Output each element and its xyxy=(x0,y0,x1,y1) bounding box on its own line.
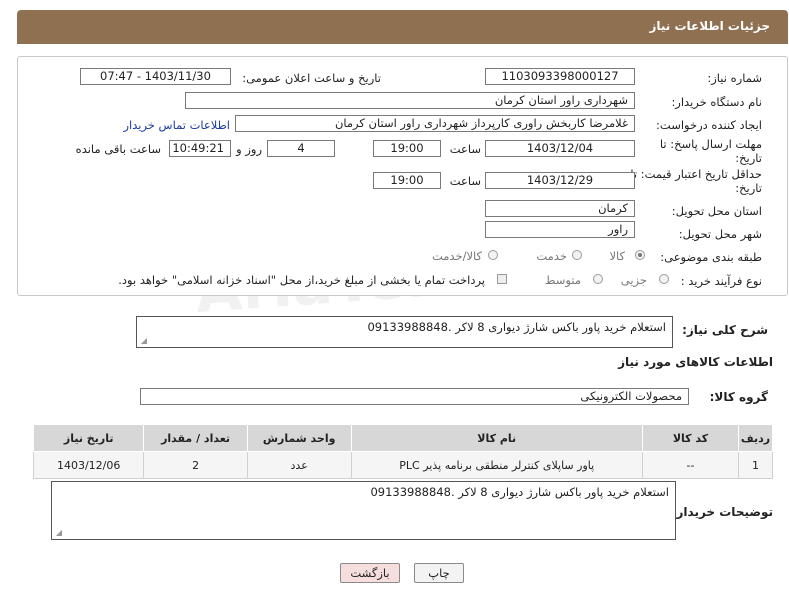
price-validity-label: حداقل تاریخ اعتبار قیمت: تا xyxy=(630,167,762,181)
print-button[interactable]: چاپ xyxy=(414,563,464,583)
category-label: طبقه بندی موضوعی: xyxy=(660,250,762,264)
province-label: استان محل تحویل: xyxy=(671,204,762,218)
need-number-label: شماره نیاز: xyxy=(707,71,762,85)
category-service-label: خدمت xyxy=(536,249,567,263)
cell-row-number: 1 xyxy=(738,451,773,479)
goods-table: ردیف کد کالا نام کالا واحد شمارش تعداد /… xyxy=(32,424,773,479)
reply-deadline-time-field[interactable]: 19:00 xyxy=(373,140,441,157)
remaining-time-label: ساعت باقی مانده xyxy=(75,142,161,156)
price-validity-date-field[interactable]: 1403/12/29 xyxy=(485,172,635,189)
purchase-minor-label: جزیی xyxy=(620,273,647,287)
category-goods-label: کالا xyxy=(609,249,625,263)
reply-deadline-label: مهلت ارسال پاسخ: تا xyxy=(659,137,762,151)
back-button[interactable]: بازگشت xyxy=(340,563,400,583)
purchase-medium-label: متوسط xyxy=(544,273,581,287)
cell-need-date: 1403/12/06 xyxy=(32,451,145,479)
page-header: جزئیات اطلاعات نیاز xyxy=(17,10,788,44)
need-number-field[interactable]: 1103093398000127 xyxy=(485,68,635,85)
col-item-name: نام کالا xyxy=(350,424,643,452)
requester-label: ایجاد کننده درخواست: xyxy=(656,118,762,132)
category-both-radio[interactable] xyxy=(488,250,498,260)
col-item-code: کد کالا xyxy=(641,424,740,452)
price-validity-date-label: تاریخ: xyxy=(735,181,762,195)
resize-grip-icon[interactable]: ◢ xyxy=(139,337,147,345)
reply-deadline-time-label: ساعت xyxy=(449,142,481,156)
buyer-org-label: نام دستگاه خریدار: xyxy=(671,95,762,109)
city-field[interactable]: راور xyxy=(485,221,635,238)
remaining-days-label: روز و xyxy=(236,142,262,156)
buyer-contact-link[interactable]: اطلاعات تماس خریدار xyxy=(123,118,230,132)
treasury-bonds-checkbox[interactable] xyxy=(497,274,507,284)
cell-quantity: 2 xyxy=(143,451,248,479)
resize-grip-icon[interactable]: ◢ xyxy=(54,529,62,537)
city-label: شهر محل تحویل: xyxy=(678,227,762,241)
purchase-minor-radio[interactable] xyxy=(659,274,669,284)
col-row-number: ردیف xyxy=(738,424,773,452)
buyer-org-field[interactable]: شهرداری راور استان کرمان xyxy=(185,92,635,109)
description-textarea[interactable]: استعلام خرید پاور باکس شارژ دیواری 8 لاک… xyxy=(136,316,673,348)
page-title: جزئیات اطلاعات نیاز xyxy=(649,19,770,33)
cell-item-code: -- xyxy=(641,451,740,479)
price-validity-time-field[interactable]: 19:00 xyxy=(373,172,441,189)
goods-group-label: گروه کالا: xyxy=(709,390,768,404)
category-both-label: کالا/خدمت xyxy=(431,249,482,263)
purchase-type-label: نوع فرآیند خرید : xyxy=(680,274,762,288)
buyer-notes-text: استعلام خرید پاور باکس شارژ دیواری 8 لاک… xyxy=(370,485,669,499)
table-row[interactable]: 1 -- پاور ساپلای کنترلر منطقی برنامه پذی… xyxy=(32,451,773,479)
cell-item-name: پاور ساپلای کنترلر منطقی برنامه پذیر PLC xyxy=(350,451,643,479)
category-goods-radio[interactable] xyxy=(635,250,645,260)
requester-field[interactable]: غلامرضا کاربخش راوری کارپرداز شهرداری را… xyxy=(235,115,635,132)
goods-section-title: اطلاعات کالاهای مورد نیاز xyxy=(618,355,773,369)
col-need-date: تاریخ نیاز xyxy=(32,424,145,452)
reply-deadline-date-label: تاریخ: xyxy=(735,151,762,165)
col-quantity: تعداد / مقدار xyxy=(143,424,248,452)
col-unit: واحد شمارش xyxy=(246,424,352,452)
goods-table-header: ردیف کد کالا نام کالا واحد شمارش تعداد /… xyxy=(32,424,773,452)
province-field[interactable]: کرمان xyxy=(485,200,635,217)
buyer-notes-label: توضیحات خریدار: xyxy=(671,505,773,519)
cell-unit: عدد xyxy=(246,451,352,479)
category-service-radio[interactable] xyxy=(572,250,582,260)
description-text: استعلام خرید پاور باکس شارژ دیواری 8 لاک… xyxy=(367,320,666,334)
purchase-medium-radio[interactable] xyxy=(593,274,603,284)
remaining-time-field[interactable]: 10:49:21 xyxy=(169,140,231,157)
reply-deadline-date-field[interactable]: 1403/12/04 xyxy=(485,140,635,157)
buyer-notes-textarea[interactable]: استعلام خرید پاور باکس شارژ دیواری 8 لاک… xyxy=(51,481,676,540)
price-validity-time-label: ساعت xyxy=(449,174,481,188)
announce-datetime-field[interactable]: 1403/11/30 - 07:47 xyxy=(80,68,231,85)
remaining-days-field[interactable]: 4 xyxy=(267,140,335,157)
description-label: شرح کلی نیاز: xyxy=(682,323,768,337)
announce-datetime-label: تاریخ و ساعت اعلان عمومی: xyxy=(242,71,381,85)
treasury-bonds-note: پرداخت تمام یا بخشی از مبلغ خرید،از محل … xyxy=(118,273,485,287)
goods-group-field[interactable]: محصولات الکترونیکی xyxy=(140,388,689,405)
